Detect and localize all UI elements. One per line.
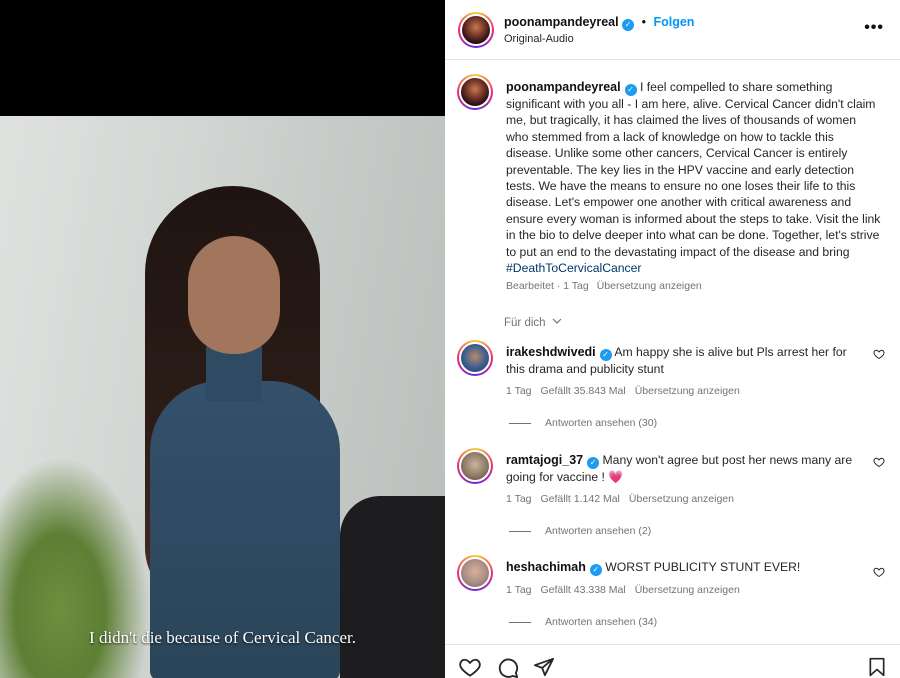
view-replies-link[interactable]: Antworten ansehen (34): [509, 616, 657, 628]
comment-time: 1 Tag: [506, 584, 532, 596]
caption-edited: Bearbeitet · 1 Tag: [506, 280, 589, 292]
audio-link[interactable]: Original-Audio: [504, 33, 574, 45]
view-replies-label: Antworten ansehen (34): [545, 616, 658, 628]
verified-badge-icon: ✓: [624, 84, 637, 96]
video-player[interactable]: I didn't die because of Cervical Cancer.: [0, 0, 445, 678]
comment-time: 1 Tag: [506, 385, 532, 397]
video-subtitle: I didn't die because of Cervical Cancer.: [89, 628, 356, 647]
comment-likes[interactable]: Gefällt 1.142 Mal: [541, 493, 620, 505]
author-username[interactable]: poonampandeyreal: [504, 15, 619, 29]
comment-translate-link[interactable]: Übersetzung anzeigen: [629, 493, 734, 505]
commenter-avatar[interactable]: [457, 555, 493, 591]
comment-text-block: irakeshdwivedi ✓ Am happy she is alive bu…: [506, 344, 866, 377]
comment-text-block: heshachimah ✓ WORST PUBLICITY STUNT EVER!: [506, 559, 866, 576]
caption-text: I feel compelled to share something sign…: [506, 80, 881, 259]
caption-meta: Bearbeitet · 1 Tag Übersetzung anzeigen: [506, 280, 702, 292]
comment-like-heart-icon[interactable]: [873, 566, 885, 578]
view-replies-label: Antworten ansehen (2): [545, 525, 652, 537]
for-you-label: Für dich: [504, 317, 546, 329]
person-face: [188, 236, 280, 354]
comment-meta: 1 Tag Gefällt 35.843 Mal Übersetzung anzei…: [506, 385, 749, 397]
caption-username[interactable]: poonampandeyreal: [506, 80, 621, 94]
verified-badge-icon: ✓: [589, 564, 602, 576]
comment-meta: 1 Tag Gefällt 1.142 Mal Übersetzung anzeig…: [506, 493, 743, 505]
comment-likes[interactable]: Gefällt 35.843 Mal: [541, 385, 626, 397]
view-replies-link[interactable]: Antworten ansehen (30): [509, 417, 657, 429]
caption-text-block: poonampandeyreal ✓ I feel compelled to sh…: [506, 79, 881, 276]
follow-button[interactable]: Folgen: [653, 15, 694, 29]
comment-item: irakeshdwivedi ✓ Am happy she is alive bu…: [457, 340, 887, 440]
verified-badge-icon: ✓: [622, 19, 635, 31]
comment-item: heshachimah ✓ WORST PUBLICITY STUNT EVER!…: [457, 555, 887, 655]
bookmark-icon[interactable]: [868, 657, 886, 677]
heart-icon[interactable]: [459, 657, 481, 677]
comment-icon[interactable]: [497, 657, 519, 678]
share-icon[interactable]: [533, 657, 555, 677]
comment-translate-link[interactable]: Übersetzung anzeigen: [635, 385, 740, 397]
chevron-down-icon: [552, 318, 562, 324]
comment-meta: 1 Tag Gefällt 43.338 Mal Übersetzung anzei…: [506, 584, 749, 596]
view-replies-label: Antworten ansehen (30): [545, 417, 658, 429]
comment-username[interactable]: ramtajogi_37: [506, 453, 583, 467]
comment-text: WORST PUBLICITY STUNT EVER!: [605, 560, 801, 574]
comment-translate-link[interactable]: Übersetzung anzeigen: [635, 584, 740, 596]
author-avatar[interactable]: [458, 12, 494, 48]
post-pane: poonampandeyreal ✓ • Folgen Original-Aud…: [445, 0, 900, 678]
caption-author-avatar[interactable]: [457, 74, 493, 110]
comment-text-block: ramtajogi_37 ✓ Many won't agree but post …: [506, 452, 866, 485]
commenter-avatar[interactable]: [457, 448, 493, 484]
chair: [340, 496, 445, 678]
separator-dot: •: [641, 15, 646, 29]
replies-line: [509, 530, 531, 532]
caption-hashtag[interactable]: #DeathToCervicalCancer: [506, 261, 641, 275]
header-user-line: poonampandeyreal ✓ • Folgen: [504, 15, 694, 31]
more-options-icon[interactable]: •••: [864, 19, 884, 37]
for-you-filter[interactable]: Für dich: [504, 317, 562, 329]
comment-like-heart-icon[interactable]: [873, 348, 885, 360]
video-frame: [0, 116, 445, 678]
comment-likes[interactable]: Gefällt 43.338 Mal: [541, 584, 626, 596]
post-action-bar: [445, 644, 900, 678]
comment-username[interactable]: heshachimah: [506, 560, 586, 574]
view-replies-link[interactable]: Antworten ansehen (2): [509, 525, 651, 537]
verified-badge-icon: ✓: [599, 349, 612, 361]
replies-line: [509, 621, 531, 623]
comment-time: 1 Tag: [506, 493, 532, 505]
replies-line: [509, 422, 531, 424]
pink-heart-emoji-icon: 💗: [608, 470, 624, 484]
comment-like-heart-icon[interactable]: [873, 456, 885, 468]
comment-item: ramtajogi_37 ✓ Many won't agree but post …: [457, 448, 887, 548]
verified-badge-icon: ✓: [587, 457, 600, 469]
comment-username[interactable]: irakeshdwivedi: [506, 345, 596, 359]
post-header: poonampandeyreal ✓ • Folgen Original-Aud…: [445, 0, 900, 60]
commenter-avatar[interactable]: [457, 340, 493, 376]
caption-translate-link[interactable]: Übersetzung anzeigen: [597, 280, 702, 292]
